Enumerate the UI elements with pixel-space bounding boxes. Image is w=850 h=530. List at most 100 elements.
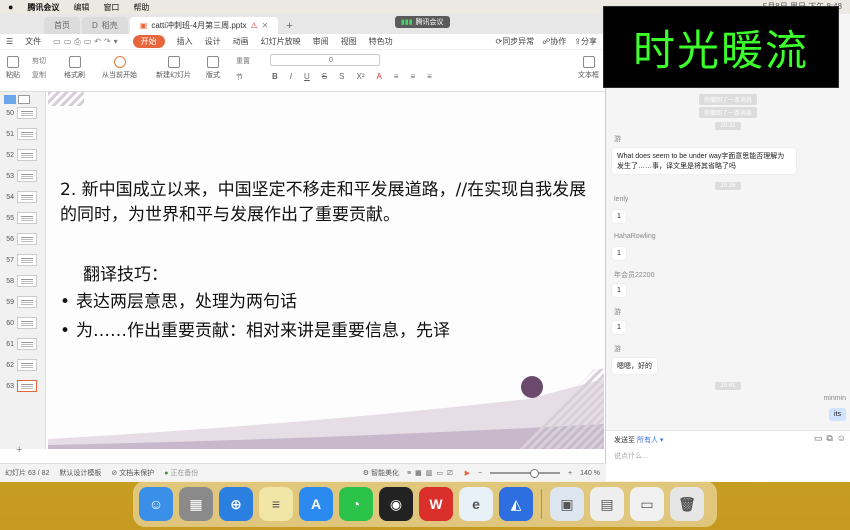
new-tab-button[interactable]: +: [280, 17, 298, 34]
beautify-button[interactable]: ⚙ 智能美化: [363, 468, 399, 478]
outline-view-icon[interactable]: [18, 95, 30, 104]
app-store-icon[interactable]: A: [299, 487, 333, 521]
tencent-meeting-icon[interactable]: ◭: [499, 487, 533, 521]
strikethrough-icon[interactable]: S: [322, 72, 327, 81]
italic-icon[interactable]: I: [290, 72, 292, 81]
superscript-icon[interactable]: X²: [356, 72, 364, 81]
system-message-text: 你撤回了一条消息: [698, 94, 757, 105]
paste-button[interactable]: 粘贴: [6, 56, 20, 80]
slide-thumbnail[interactable]: 50: [2, 106, 42, 120]
apple-icon[interactable]: ●: [8, 2, 13, 12]
meeting-status-pill[interactable]: ▮▮▮ 腾讯会议: [395, 16, 450, 28]
reset-button[interactable]: 重置: [236, 56, 250, 66]
font-size-select[interactable]: 0: [270, 54, 380, 66]
slide-thumbnail[interactable]: 56: [2, 232, 42, 246]
notes-icon[interactable]: ≡: [259, 487, 293, 521]
slide-thumbnail[interactable]: 54: [2, 190, 42, 204]
slide-thumbnail[interactable]: 51: [2, 127, 42, 141]
layout-button[interactable]: 版式: [206, 56, 220, 80]
bold-icon[interactable]: B: [272, 72, 278, 81]
textbox-button[interactable]: 文本框: [578, 56, 599, 80]
align-right-icon[interactable]: ≡: [427, 72, 432, 81]
tab-document[interactable]: ▣ catti冲刺班-4月第三周.pptx ⚠ ✕: [129, 17, 279, 34]
paste-icon: [7, 56, 19, 68]
collab-button[interactable]: ☍协作: [542, 36, 566, 47]
slide-thumbnail[interactable]: 58: [2, 274, 42, 288]
new-slide-button[interactable]: 新建幻灯片: [156, 56, 191, 80]
close-tab-icon[interactable]: ✕: [262, 21, 269, 30]
play-slideshow-icon[interactable]: ▶: [465, 469, 470, 477]
zoom-level[interactable]: 140 %: [580, 470, 600, 477]
tab-slideshow[interactable]: 幻灯片放映: [261, 36, 301, 47]
status-right: ⚙ 智能美化 ≡▦▥▭⎚ ▶ − + 140 %: [363, 468, 600, 478]
design-template[interactable]: 默认设计模板: [59, 468, 101, 478]
play-from-current-button[interactable]: 从当前开始: [102, 56, 137, 80]
trash-icon[interactable]: 🗑: [670, 487, 704, 521]
beautify-icon: ⚙: [362, 470, 370, 477]
screenshot-icon[interactable]: ⧉: [826, 433, 832, 444]
wps-icon[interactable]: W: [419, 487, 453, 521]
eudic-icon[interactable]: e: [459, 487, 493, 521]
add-slide-button[interactable]: +: [16, 444, 22, 456]
menu-app-name[interactable]: 腾讯会议: [27, 2, 59, 13]
slide-thumbnail-number: 54: [6, 193, 14, 201]
bullet-text: 为……作出重要贡献：相对来讲是重要信息，先译: [76, 321, 450, 341]
slide-thumbnail[interactable]: 60: [2, 316, 42, 330]
qq-icon[interactable]: ◉: [379, 487, 413, 521]
hamburger-icon[interactable]: ☰: [6, 37, 13, 46]
tab-docer[interactable]: D 稻壳: [82, 17, 128, 34]
finder-icon[interactable]: ☺: [139, 487, 173, 521]
underline-icon[interactable]: U: [304, 72, 310, 81]
send-to-selector[interactable]: 发送至 所有人 ▾: [614, 435, 663, 445]
menu-window[interactable]: 窗口: [103, 2, 119, 13]
zoom-out-icon[interactable]: −: [478, 470, 482, 477]
view-mode-icons[interactable]: ≡▦▥▭⎚: [407, 469, 457, 478]
format-painter-button[interactable]: 格式刷: [64, 56, 85, 80]
slide-thumbnail[interactable]: 52: [2, 148, 42, 162]
zoom-in-icon[interactable]: +: [568, 470, 572, 477]
font-color-icon[interactable]: A: [376, 72, 381, 81]
slide-canvas[interactable]: 2. 新中国成立以来，中国坚定不移走和平发展道路，//在实现自我发展的同时，为世…: [48, 92, 604, 449]
share-button[interactable]: ⇪分享: [574, 36, 597, 47]
members-icon[interactable]: ☺: [837, 433, 846, 444]
file-icon[interactable]: ▭: [814, 433, 823, 444]
quick-access-icons[interactable]: ▭▭⎙▭↶↷▾: [53, 37, 121, 47]
screenshot-icon[interactable]: ▭: [630, 487, 664, 521]
tab-view[interactable]: 视图: [341, 36, 357, 47]
menu-file[interactable]: 文件: [25, 36, 41, 47]
tab-animation[interactable]: 动画: [233, 36, 249, 47]
doc-stack-icon[interactable]: ▤: [590, 487, 624, 521]
align-left-icon[interactable]: ≡: [394, 72, 399, 81]
slide-thumbnail[interactable]: 61: [2, 337, 42, 351]
slide-thumbnail[interactable]: 63: [2, 379, 42, 393]
slide-thumbnail[interactable]: 53: [2, 169, 42, 183]
menu-edit[interactable]: 编辑: [73, 2, 89, 13]
launchpad-icon[interactable]: ▦: [179, 487, 213, 521]
sync-button[interactable]: ⟳同步异常: [495, 36, 534, 47]
slide-thumbnail[interactable]: 57: [2, 253, 42, 267]
doc-protect-status[interactable]: ⊘ 文档未保护: [111, 468, 154, 478]
tab-special[interactable]: 特色功: [369, 36, 393, 47]
tab-start[interactable]: 开始: [132, 35, 165, 48]
thumbnail-view-icon[interactable]: [4, 95, 16, 104]
align-center-icon[interactable]: ≡: [411, 72, 416, 81]
shadow-icon[interactable]: S: [339, 72, 344, 81]
tab-insert[interactable]: 插入: [177, 36, 193, 47]
slide-thumbnail[interactable]: 55: [2, 211, 42, 225]
tab-review[interactable]: 审阅: [313, 36, 329, 47]
tab-design[interactable]: 设计: [205, 36, 221, 47]
tab-home[interactable]: 首页: [44, 17, 80, 34]
copy-button[interactable]: 复制: [32, 70, 46, 80]
safari-icon[interactable]: ⊕: [219, 487, 253, 521]
slide-thumbnail[interactable]: 62: [2, 358, 42, 372]
cut-button[interactable]: 剪切: [32, 56, 46, 66]
slide-thumbnail[interactable]: 59: [2, 295, 42, 309]
backup-label: 正在备份: [170, 470, 199, 477]
section-button[interactable]: 节: [236, 72, 243, 82]
thumbnail-view-toggle[interactable]: [0, 92, 45, 106]
zoom-slider[interactable]: [490, 469, 561, 478]
wechat-icon[interactable]: ◔: [339, 487, 373, 521]
menu-help[interactable]: 帮助: [133, 2, 149, 13]
chat-input[interactable]: 说点什么…: [614, 451, 649, 461]
preview-icon[interactable]: ▣: [550, 487, 584, 521]
